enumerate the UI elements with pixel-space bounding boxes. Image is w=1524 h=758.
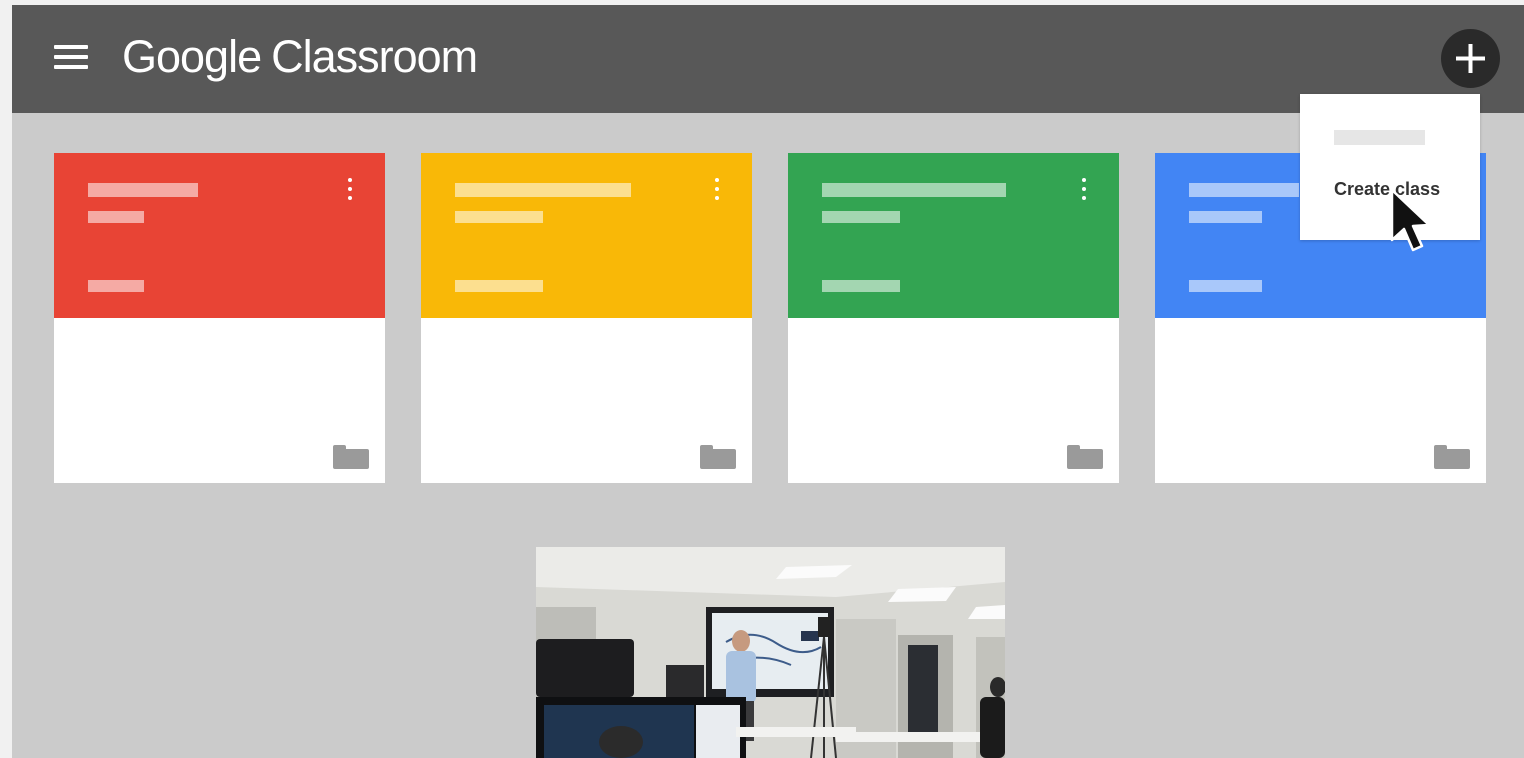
more-options-icon[interactable]	[1078, 177, 1090, 203]
cursor-arrow-icon	[1390, 188, 1431, 252]
brand-product: Classroom	[271, 31, 478, 82]
folder-icon[interactable]	[1434, 445, 1470, 469]
class-name-placeholder	[455, 183, 631, 197]
classroom-photo	[536, 547, 1005, 758]
class-card[interactable]	[421, 153, 752, 483]
plus-icon	[1456, 44, 1485, 73]
folder-icon[interactable]	[333, 445, 369, 469]
app-logo[interactable]: Google Classroom	[122, 31, 478, 83]
folder-icon[interactable]	[1067, 445, 1103, 469]
hamburger-icon-line	[54, 65, 88, 69]
class-teacher-placeholder	[88, 280, 144, 292]
class-card-header[interactable]	[788, 153, 1119, 318]
class-section-placeholder	[455, 211, 543, 223]
class-card-header[interactable]	[421, 153, 752, 318]
app-bar: Google Classroom	[12, 5, 1524, 113]
class-card-header[interactable]	[54, 153, 385, 318]
class-section-placeholder	[88, 211, 144, 223]
class-card[interactable]	[54, 153, 385, 483]
add-class-button[interactable]	[1441, 29, 1500, 88]
class-card[interactable]	[788, 153, 1119, 483]
main-menu-button[interactable]	[54, 43, 88, 71]
more-options-icon[interactable]	[344, 177, 356, 203]
join-class-placeholder[interactable]	[1334, 130, 1425, 145]
class-name-placeholder	[822, 183, 1006, 197]
class-name-placeholder	[1189, 183, 1299, 197]
hamburger-icon-line	[54, 55, 88, 59]
class-section-placeholder	[1189, 211, 1262, 223]
class-teacher-placeholder	[822, 280, 900, 292]
class-teacher-placeholder	[455, 280, 543, 292]
hamburger-icon-line	[54, 45, 88, 49]
classroom-app: Google Classroom Create class	[12, 5, 1524, 758]
class-teacher-placeholder	[1189, 280, 1262, 292]
class-section-placeholder	[822, 211, 900, 223]
class-name-placeholder	[88, 183, 198, 197]
folder-icon[interactable]	[700, 445, 736, 469]
more-options-icon[interactable]	[711, 177, 723, 203]
brand-google: Google	[122, 31, 262, 82]
